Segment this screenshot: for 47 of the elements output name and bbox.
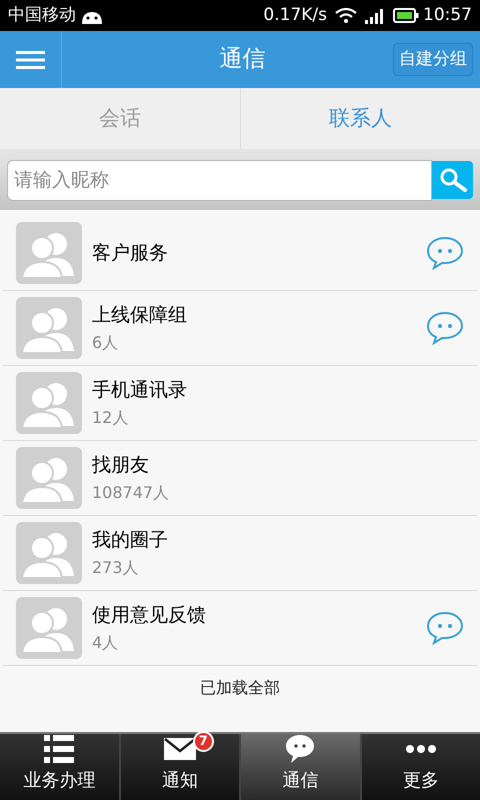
more-icon bbox=[406, 744, 436, 752]
avatar-icon bbox=[16, 522, 82, 584]
menu-icon bbox=[16, 50, 45, 68]
contact-row[interactable]: 找朋友 108747人 bbox=[3, 441, 477, 516]
avatar-icon bbox=[16, 372, 82, 434]
wifi-icon bbox=[335, 8, 357, 24]
search-icon bbox=[438, 167, 468, 193]
header-title: 通信 bbox=[220, 45, 266, 74]
search-field[interactable]: 请输入昵称 bbox=[7, 160, 432, 200]
member-count: 4人 bbox=[92, 632, 120, 654]
member-count: 108747人 bbox=[92, 482, 170, 504]
avatar-icon bbox=[16, 597, 82, 659]
avatar-icon bbox=[16, 297, 82, 359]
member-count: 6人 bbox=[92, 332, 120, 354]
member-count: 12人 bbox=[92, 407, 130, 430]
battery-icon bbox=[393, 8, 419, 23]
notification-badge: 7 bbox=[192, 731, 214, 752]
contact-name: 上线保障组 bbox=[92, 302, 188, 328]
signal-icon bbox=[365, 8, 385, 24]
member-count: 273人 bbox=[92, 557, 140, 580]
nav-tab[interactable]: 更多 bbox=[360, 734, 480, 800]
contact-row[interactable]: 手机通讯录 12人 bbox=[3, 366, 477, 441]
contact-name: 客户服务 bbox=[92, 240, 169, 266]
network-speed: 0.17K/s bbox=[263, 4, 327, 27]
contact-row[interactable]: 我的圈子 273人 bbox=[3, 516, 477, 591]
contact-name: 手机通讯录 bbox=[92, 378, 188, 403]
avatar-icon bbox=[16, 447, 82, 509]
chat-icon bbox=[285, 734, 316, 762]
contact-row[interactable]: 上线保障组 6人 bbox=[3, 291, 477, 366]
avatar-icon bbox=[16, 222, 82, 284]
list-icon bbox=[44, 734, 74, 762]
search-button[interactable] bbox=[432, 161, 473, 199]
contact-name: 使用意见反馈 bbox=[92, 602, 207, 628]
contact-name: 找朋友 bbox=[92, 452, 150, 478]
contact-row[interactable]: 使用意见反馈 4人 bbox=[3, 591, 477, 666]
list-end-label: 已加载全部 bbox=[200, 677, 280, 699]
nav-tab[interactable]: 通信 bbox=[239, 734, 360, 800]
nav-tab[interactable]: 7 通知 bbox=[118, 734, 239, 800]
chat-icon[interactable] bbox=[426, 611, 464, 645]
contact-name: 我的圈子 bbox=[92, 528, 169, 553]
chat-icon[interactable] bbox=[426, 311, 464, 345]
chat-icon[interactable] bbox=[426, 236, 464, 270]
contact-row[interactable]: 客户服务 bbox=[3, 216, 477, 291]
mail-icon bbox=[164, 738, 196, 760]
nav-tab[interactable]: 业务办理 bbox=[0, 734, 118, 800]
clock: 10:57 bbox=[423, 4, 472, 27]
carrier-label: 中国移动 bbox=[8, 4, 76, 27]
